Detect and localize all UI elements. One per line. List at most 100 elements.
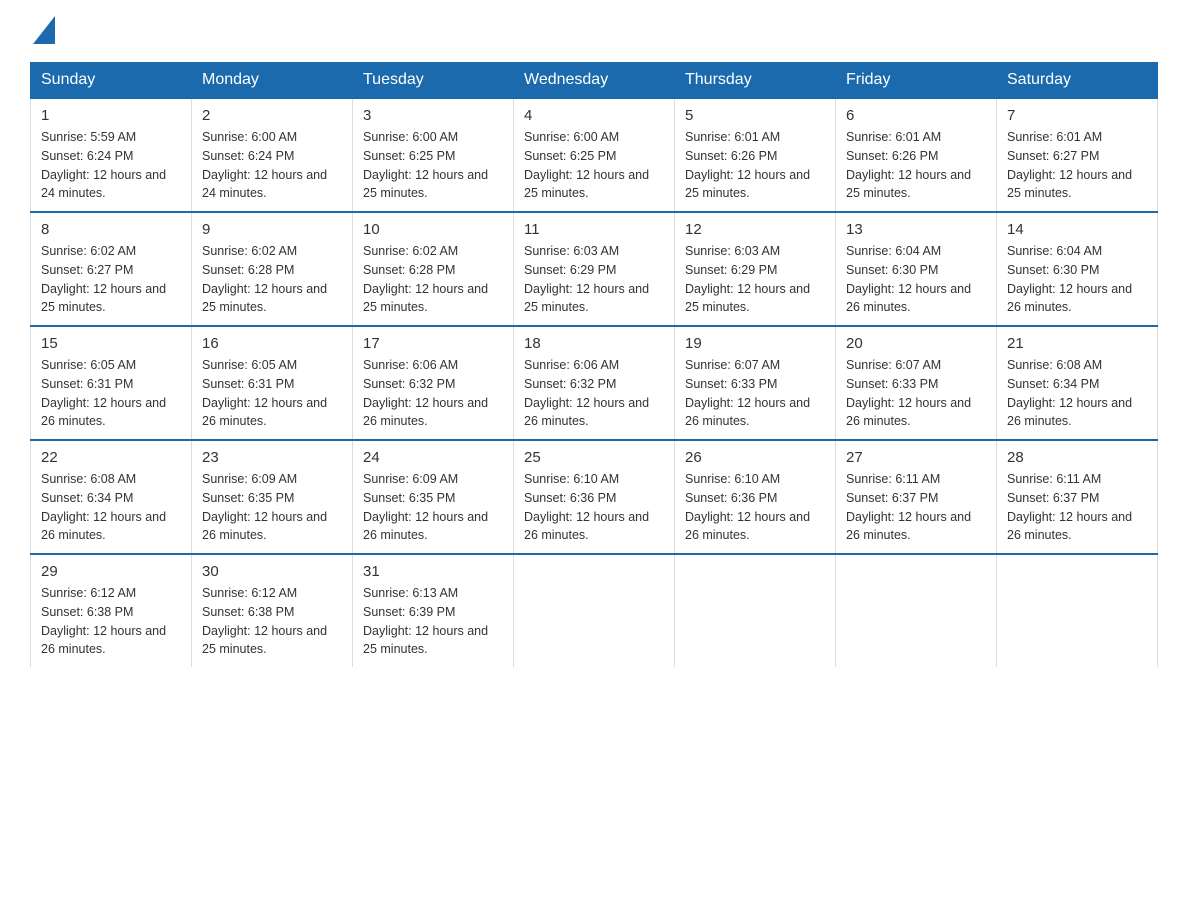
- week-row-1: 1 Sunrise: 5:59 AM Sunset: 6:24 PM Dayli…: [31, 98, 1158, 212]
- day-number: 6: [846, 107, 986, 124]
- day-info: Sunrise: 6:09 AM Sunset: 6:35 PM Dayligh…: [202, 470, 342, 545]
- day-number: 27: [846, 449, 986, 466]
- day-info: Sunrise: 6:13 AM Sunset: 6:39 PM Dayligh…: [363, 584, 503, 659]
- day-info: Sunrise: 6:07 AM Sunset: 6:33 PM Dayligh…: [846, 356, 986, 431]
- day-number: 14: [1007, 221, 1147, 238]
- week-row-3: 15 Sunrise: 6:05 AM Sunset: 6:31 PM Dayl…: [31, 326, 1158, 440]
- day-number: 10: [363, 221, 503, 238]
- day-number: 15: [41, 335, 181, 352]
- calendar-table: SundayMondayTuesdayWednesdayThursdayFrid…: [30, 62, 1158, 667]
- day-number: 22: [41, 449, 181, 466]
- day-number: 19: [685, 335, 825, 352]
- day-number: 1: [41, 107, 181, 124]
- day-number: 2: [202, 107, 342, 124]
- day-number: 23: [202, 449, 342, 466]
- calendar-cell: [675, 554, 836, 667]
- day-number: 24: [363, 449, 503, 466]
- header-monday: Monday: [192, 63, 353, 99]
- day-info: Sunrise: 6:10 AM Sunset: 6:36 PM Dayligh…: [524, 470, 664, 545]
- header-tuesday: Tuesday: [353, 63, 514, 99]
- calendar-cell: 6 Sunrise: 6:01 AM Sunset: 6:26 PM Dayli…: [836, 98, 997, 212]
- calendar-cell: [514, 554, 675, 667]
- day-info: Sunrise: 6:02 AM Sunset: 6:28 PM Dayligh…: [363, 242, 503, 317]
- day-info: Sunrise: 6:08 AM Sunset: 6:34 PM Dayligh…: [41, 470, 181, 545]
- calendar-cell: [997, 554, 1158, 667]
- day-number: 16: [202, 335, 342, 352]
- day-info: Sunrise: 6:06 AM Sunset: 6:32 PM Dayligh…: [524, 356, 664, 431]
- header-saturday: Saturday: [997, 63, 1158, 99]
- day-number: 17: [363, 335, 503, 352]
- day-info: Sunrise: 6:00 AM Sunset: 6:25 PM Dayligh…: [524, 128, 664, 203]
- calendar-cell: 27 Sunrise: 6:11 AM Sunset: 6:37 PM Dayl…: [836, 440, 997, 554]
- calendar-cell: 22 Sunrise: 6:08 AM Sunset: 6:34 PM Dayl…: [31, 440, 192, 554]
- day-info: Sunrise: 6:11 AM Sunset: 6:37 PM Dayligh…: [1007, 470, 1147, 545]
- header-sunday: Sunday: [31, 63, 192, 99]
- calendar-cell: 21 Sunrise: 6:08 AM Sunset: 6:34 PM Dayl…: [997, 326, 1158, 440]
- day-number: 30: [202, 563, 342, 580]
- day-number: 9: [202, 221, 342, 238]
- day-info: Sunrise: 6:01 AM Sunset: 6:26 PM Dayligh…: [846, 128, 986, 203]
- logo-triangle-icon: [33, 16, 55, 44]
- calendar-cell: 14 Sunrise: 6:04 AM Sunset: 6:30 PM Dayl…: [997, 212, 1158, 326]
- day-number: 4: [524, 107, 664, 124]
- day-info: Sunrise: 6:02 AM Sunset: 6:28 PM Dayligh…: [202, 242, 342, 317]
- day-info: Sunrise: 6:01 AM Sunset: 6:26 PM Dayligh…: [685, 128, 825, 203]
- calendar-cell: 1 Sunrise: 5:59 AM Sunset: 6:24 PM Dayli…: [31, 98, 192, 212]
- header-wednesday: Wednesday: [514, 63, 675, 99]
- day-info: Sunrise: 6:00 AM Sunset: 6:24 PM Dayligh…: [202, 128, 342, 203]
- page-header: [30, 20, 1158, 42]
- calendar-cell: [836, 554, 997, 667]
- week-row-5: 29 Sunrise: 6:12 AM Sunset: 6:38 PM Dayl…: [31, 554, 1158, 667]
- calendar-cell: 10 Sunrise: 6:02 AM Sunset: 6:28 PM Dayl…: [353, 212, 514, 326]
- day-info: Sunrise: 6:09 AM Sunset: 6:35 PM Dayligh…: [363, 470, 503, 545]
- day-info: Sunrise: 6:07 AM Sunset: 6:33 PM Dayligh…: [685, 356, 825, 431]
- calendar-cell: 30 Sunrise: 6:12 AM Sunset: 6:38 PM Dayl…: [192, 554, 353, 667]
- calendar-cell: 16 Sunrise: 6:05 AM Sunset: 6:31 PM Dayl…: [192, 326, 353, 440]
- calendar-cell: 26 Sunrise: 6:10 AM Sunset: 6:36 PM Dayl…: [675, 440, 836, 554]
- calendar-cell: 4 Sunrise: 6:00 AM Sunset: 6:25 PM Dayli…: [514, 98, 675, 212]
- logo: [30, 20, 55, 42]
- calendar-cell: 28 Sunrise: 6:11 AM Sunset: 6:37 PM Dayl…: [997, 440, 1158, 554]
- day-info: Sunrise: 6:04 AM Sunset: 6:30 PM Dayligh…: [846, 242, 986, 317]
- day-info: Sunrise: 6:05 AM Sunset: 6:31 PM Dayligh…: [41, 356, 181, 431]
- day-number: 3: [363, 107, 503, 124]
- day-info: Sunrise: 6:12 AM Sunset: 6:38 PM Dayligh…: [202, 584, 342, 659]
- day-number: 20: [846, 335, 986, 352]
- calendar-cell: 13 Sunrise: 6:04 AM Sunset: 6:30 PM Dayl…: [836, 212, 997, 326]
- day-info: Sunrise: 6:06 AM Sunset: 6:32 PM Dayligh…: [363, 356, 503, 431]
- calendar-cell: 20 Sunrise: 6:07 AM Sunset: 6:33 PM Dayl…: [836, 326, 997, 440]
- calendar-cell: 12 Sunrise: 6:03 AM Sunset: 6:29 PM Dayl…: [675, 212, 836, 326]
- day-number: 26: [685, 449, 825, 466]
- day-number: 31: [363, 563, 503, 580]
- day-info: Sunrise: 6:03 AM Sunset: 6:29 PM Dayligh…: [685, 242, 825, 317]
- header-thursday: Thursday: [675, 63, 836, 99]
- day-number: 18: [524, 335, 664, 352]
- calendar-header-row: SundayMondayTuesdayWednesdayThursdayFrid…: [31, 63, 1158, 99]
- calendar-cell: 17 Sunrise: 6:06 AM Sunset: 6:32 PM Dayl…: [353, 326, 514, 440]
- calendar-cell: 9 Sunrise: 6:02 AM Sunset: 6:28 PM Dayli…: [192, 212, 353, 326]
- day-info: Sunrise: 6:12 AM Sunset: 6:38 PM Dayligh…: [41, 584, 181, 659]
- calendar-cell: 11 Sunrise: 6:03 AM Sunset: 6:29 PM Dayl…: [514, 212, 675, 326]
- calendar-cell: 7 Sunrise: 6:01 AM Sunset: 6:27 PM Dayli…: [997, 98, 1158, 212]
- calendar-cell: 31 Sunrise: 6:13 AM Sunset: 6:39 PM Dayl…: [353, 554, 514, 667]
- day-number: 12: [685, 221, 825, 238]
- calendar-cell: 23 Sunrise: 6:09 AM Sunset: 6:35 PM Dayl…: [192, 440, 353, 554]
- day-number: 21: [1007, 335, 1147, 352]
- day-info: Sunrise: 6:08 AM Sunset: 6:34 PM Dayligh…: [1007, 356, 1147, 431]
- day-info: Sunrise: 6:05 AM Sunset: 6:31 PM Dayligh…: [202, 356, 342, 431]
- calendar-cell: 15 Sunrise: 6:05 AM Sunset: 6:31 PM Dayl…: [31, 326, 192, 440]
- day-number: 13: [846, 221, 986, 238]
- day-number: 8: [41, 221, 181, 238]
- day-info: Sunrise: 6:10 AM Sunset: 6:36 PM Dayligh…: [685, 470, 825, 545]
- calendar-cell: 2 Sunrise: 6:00 AM Sunset: 6:24 PM Dayli…: [192, 98, 353, 212]
- day-info: Sunrise: 6:02 AM Sunset: 6:27 PM Dayligh…: [41, 242, 181, 317]
- calendar-cell: 5 Sunrise: 6:01 AM Sunset: 6:26 PM Dayli…: [675, 98, 836, 212]
- calendar-cell: 29 Sunrise: 6:12 AM Sunset: 6:38 PM Dayl…: [31, 554, 192, 667]
- day-number: 5: [685, 107, 825, 124]
- calendar-cell: 18 Sunrise: 6:06 AM Sunset: 6:32 PM Dayl…: [514, 326, 675, 440]
- calendar-cell: 25 Sunrise: 6:10 AM Sunset: 6:36 PM Dayl…: [514, 440, 675, 554]
- day-info: Sunrise: 6:00 AM Sunset: 6:25 PM Dayligh…: [363, 128, 503, 203]
- calendar-cell: 19 Sunrise: 6:07 AM Sunset: 6:33 PM Dayl…: [675, 326, 836, 440]
- day-info: Sunrise: 6:01 AM Sunset: 6:27 PM Dayligh…: [1007, 128, 1147, 203]
- day-info: Sunrise: 6:11 AM Sunset: 6:37 PM Dayligh…: [846, 470, 986, 545]
